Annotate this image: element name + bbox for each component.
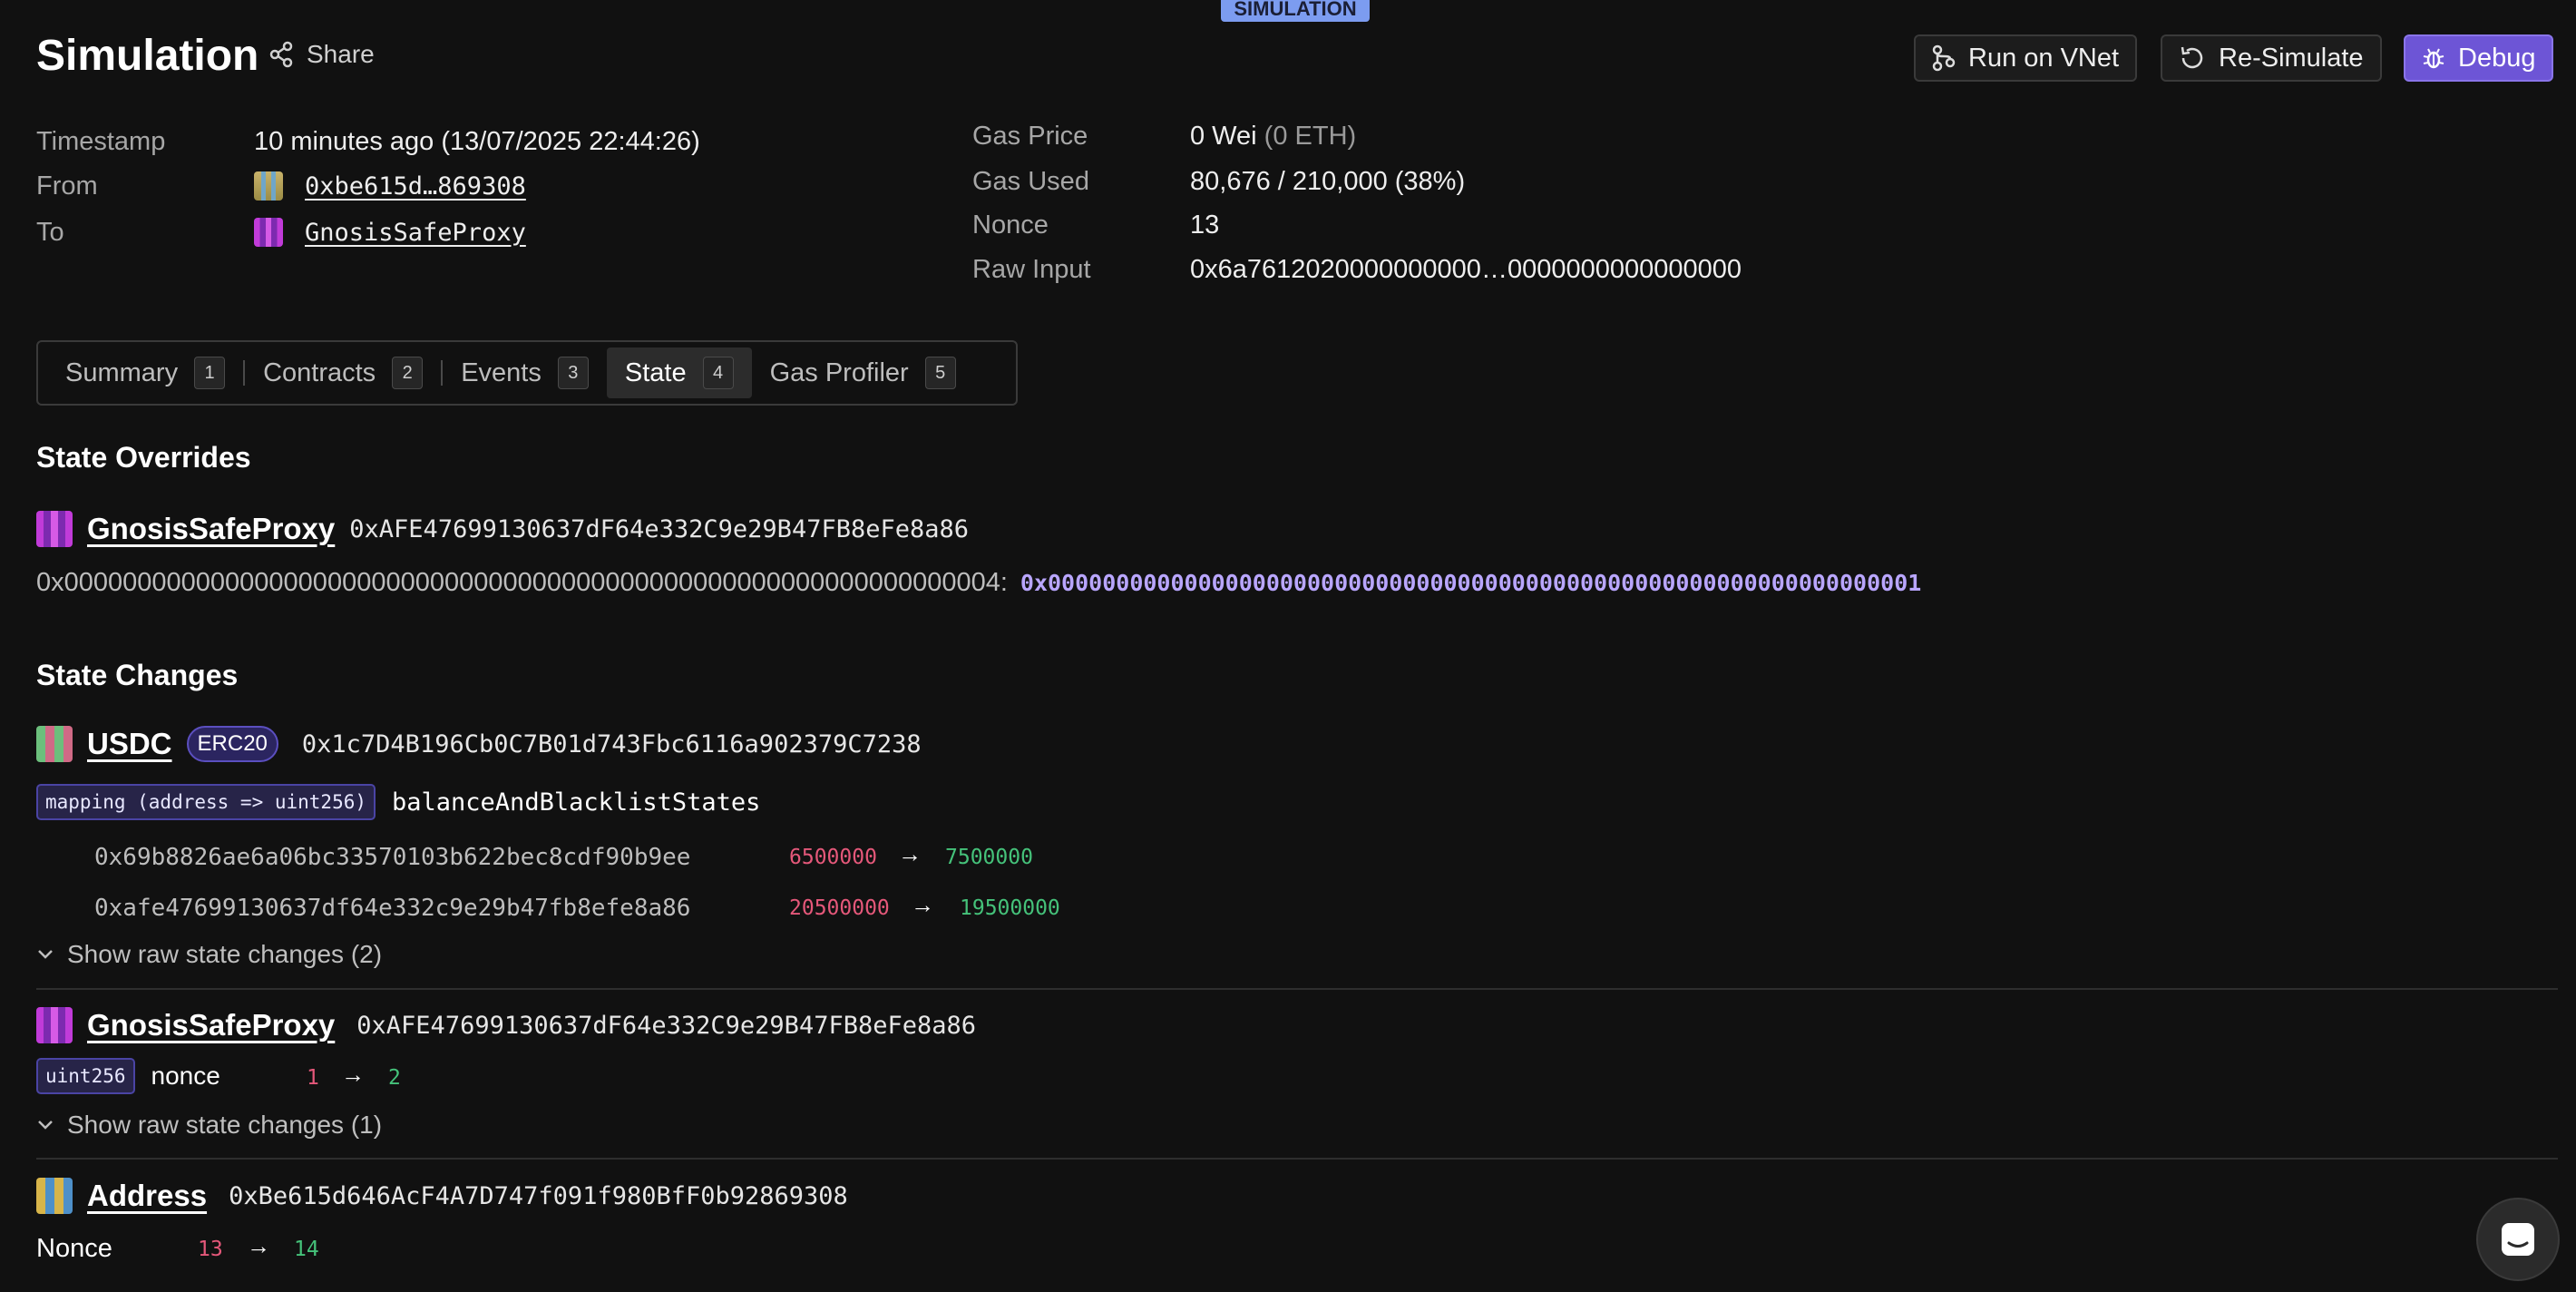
tab-bar: Summary 1 Contracts 2 Events 3 State 4 G…: [36, 340, 1018, 406]
bug-icon: [2423, 48, 2444, 69]
usdc-contract-link[interactable]: USDC: [87, 727, 172, 761]
resimulate-label: Re-Simulate: [2219, 43, 2364, 73]
tab-state[interactable]: State 4: [606, 347, 752, 398]
tab-summary-shortcut: 1: [194, 357, 226, 389]
usdc-row-1-arrow: →: [898, 840, 922, 867]
simulation-badge: SIMULATION: [1221, 0, 1370, 22]
tab-gas-profiler[interactable]: Gas Profiler 5: [752, 347, 974, 398]
gnosis-contract-link[interactable]: GnosisSafeProxy: [87, 1008, 335, 1042]
debug-button[interactable]: Debug: [2404, 34, 2554, 82]
usdc-contract-address: 0x1c7D4B196Cb0C7B01d743Fbc6116a902379C72…: [301, 729, 922, 759]
override-contract-avatar: [36, 511, 73, 547]
share-icon: [269, 41, 293, 68]
timestamp-label: Timestamp: [36, 127, 166, 156]
tab-events-shortcut: 3: [557, 357, 589, 389]
usdc-raw-toggle[interactable]: Show raw state changes (2): [36, 940, 382, 969]
address-old-nonce: 13: [198, 1238, 223, 1261]
share-button[interactable]: Share: [268, 40, 375, 69]
tab-state-shortcut: 4: [702, 357, 734, 389]
to-contract-link[interactable]: GnosisSafeProxy: [305, 219, 526, 247]
usdc-raw-toggle-label: Show raw state changes (2): [67, 940, 383, 968]
raw-input-label: Raw Input: [972, 255, 1091, 284]
usdc-row-1-key: 0x69b8826ae6a06bc33570103b622bec8cdf90b9…: [94, 844, 691, 871]
gas-price-eth: (0 ETH): [1264, 122, 1357, 151]
gnosis-raw-toggle-label: Show raw state changes (1): [67, 1111, 383, 1139]
tab-contracts[interactable]: Contracts 2: [245, 347, 441, 398]
usdc-row-2-old: 20500000: [789, 896, 890, 920]
from-label: From: [36, 171, 98, 201]
gnosis-raw-toggle[interactable]: Show raw state changes (1): [36, 1111, 382, 1140]
address-new-nonce: 14: [294, 1238, 319, 1261]
tab-state-label: State: [624, 357, 687, 387]
gas-price-label: Gas Price: [972, 122, 1088, 151]
address-link[interactable]: Address: [87, 1179, 207, 1213]
usdc-row-2-key: 0xafe47699130637df64e332c9e29b47fb8efe8a…: [94, 895, 691, 922]
override-contract-address: 0xAFE47699130637dF64e332C9e29B47FB8eFe8a…: [349, 514, 970, 543]
page-title: Simulation: [36, 32, 259, 80]
state-changes-heading: State Changes: [36, 659, 239, 691]
nonce-value: 13: [1190, 210, 1220, 240]
usdc-variable-name: balanceAndBlacklistStates: [392, 788, 761, 817]
section-divider: [36, 988, 2558, 990]
to-avatar: [254, 218, 283, 247]
run-on-vnet-label: Run on VNet: [1968, 43, 2120, 73]
usdc-row-2-arrow: →: [911, 891, 934, 918]
tab-gas-profiler-shortcut: 5: [924, 357, 956, 389]
usdc-row-1-old: 6500000: [789, 846, 877, 869]
address-value: 0xBe615d646AcF4A7D747f091f980BfF0b928693…: [229, 1181, 848, 1210]
tab-gas-profiler-label: Gas Profiler: [769, 357, 909, 387]
tab-contracts-shortcut: 2: [392, 357, 424, 389]
address-arrow: →: [247, 1232, 270, 1259]
resimulate-button[interactable]: Re-Simulate: [2161, 34, 2382, 82]
usdc-avatar: [36, 726, 73, 762]
chat-icon: [2502, 1223, 2534, 1256]
chevron-down-icon: [38, 1121, 53, 1130]
override-slot-value: 0x00000000000000000000000000000000000000…: [1020, 570, 1922, 596]
gas-price-value: 0 Wei (0 ETH): [1190, 122, 1357, 151]
gnosis-type-tag: uint256: [36, 1058, 135, 1094]
address-avatar: [36, 1178, 73, 1214]
gas-used-value: 80,676 / 210,000 (38%): [1190, 167, 1466, 196]
gnosis-new-value: 2: [388, 1066, 401, 1090]
tab-summary[interactable]: Summary 1: [47, 347, 243, 398]
debug-label: Debug: [2458, 43, 2536, 73]
override-contract-link[interactable]: GnosisSafeProxy: [87, 512, 335, 546]
tab-events-label: Events: [461, 357, 542, 387]
override-slot: 0x00000000000000000000000000000000000000…: [36, 568, 1008, 597]
usdc-type-tag: mapping (address => uint256): [36, 784, 376, 820]
from-address-link[interactable]: 0xbe615d…869308: [305, 172, 526, 201]
state-overrides-heading: State Overrides: [36, 441, 251, 474]
raw-input-value: 0x6a7612020000000000…0000000000000000: [1190, 255, 1742, 284]
erc20-badge: ERC20: [186, 726, 278, 762]
refresh-icon: [2181, 46, 2203, 69]
gnosis-avatar: [36, 1007, 73, 1043]
nonce-label: Nonce: [972, 210, 1049, 240]
usdc-row-2-new: 19500000: [960, 896, 1060, 920]
gnosis-old-value: 1: [307, 1066, 319, 1090]
tab-summary-label: Summary: [65, 357, 179, 387]
gas-used-label: Gas Used: [972, 167, 1089, 196]
gnosis-arrow: →: [341, 1061, 365, 1088]
run-on-vnet-button[interactable]: Run on VNet: [1914, 34, 2138, 82]
to-label: To: [36, 218, 64, 247]
tab-events[interactable]: Events 3: [443, 347, 607, 398]
git-branch-icon: [1932, 44, 1956, 72]
timestamp-value: 10 minutes ago (13/07/2025 22:44:26): [254, 127, 700, 156]
chevron-down-icon: [38, 950, 53, 959]
from-avatar: [254, 171, 283, 201]
share-label: Share: [307, 40, 375, 68]
section-divider: [36, 1158, 2558, 1160]
gnosis-variable-name: nonce: [151, 1062, 220, 1090]
tab-contracts-label: Contracts: [263, 357, 376, 387]
usdc-row-1-new: 7500000: [945, 846, 1033, 869]
chat-widget-button[interactable]: [2476, 1198, 2560, 1281]
gnosis-contract-address: 0xAFE47699130637dF64e332C9e29B47FB8eFe8a…: [356, 1011, 977, 1040]
address-nonce-label: Nonce: [36, 1234, 112, 1263]
